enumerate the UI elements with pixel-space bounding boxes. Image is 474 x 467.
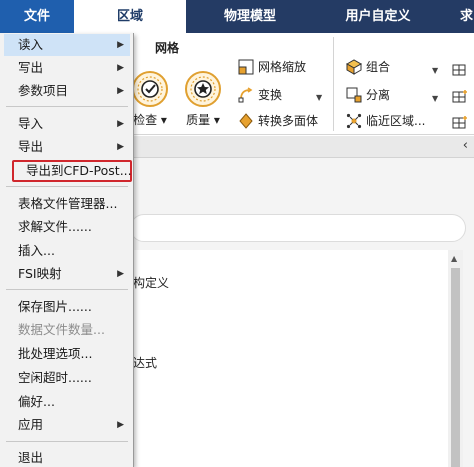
menu-item-fsi-mapping[interactable]: FSI映射 ▶ [4,263,130,285]
menu-separator [6,289,128,290]
menu-item-save-picture[interactable]: 保存图片...... [4,296,130,318]
tab-domain[interactable]: 区域 [74,0,186,33]
submenu-arrow-icon: ▶ [117,420,124,430]
combine-dropdown-arrow[interactable]: ▼ [432,66,438,75]
quality-icon [183,69,223,109]
menu-item-table-file-manager[interactable]: 表格文件管理器... [4,193,130,215]
convert-polyhedra-icon [239,113,253,129]
submenu-arrow-icon: ▶ [117,269,124,279]
scroll-up-arrow-icon[interactable]: ▲ [451,254,457,263]
combine-button[interactable]: 组合 [344,57,390,77]
menu-item-exit[interactable]: 退出 [4,447,130,467]
menu-item-parametric-project[interactable]: 参数项目 ▶ [4,80,130,102]
check-icon [130,69,170,109]
search-input[interactable] [130,214,466,242]
combine-icon [346,59,362,75]
grid-add-icon-2[interactable] [452,89,468,108]
tab-user-defined[interactable]: 用户自定义 [314,0,442,33]
menu-item-export[interactable]: 导出 ▶ [4,136,130,158]
collapse-icon[interactable]: ‹ [463,138,468,153]
tab-physics-models[interactable]: 物理模型 [186,0,314,33]
quality-label: 质量 ▾ [186,113,220,127]
menu-item-batch-options[interactable]: 批处理选项... [4,343,130,365]
mesh-scale-icon [238,59,254,75]
transform-label: 变换 [258,88,283,102]
combine-label: 组合 [366,60,391,74]
submenu-arrow-icon: ▶ [117,142,124,152]
menu-item-read[interactable]: 读入 ▶ [4,34,130,56]
convert-polyhedra-label: 转换多面体 [258,114,319,128]
grid-add-icon-3[interactable] [452,115,468,134]
menu-separator [6,186,128,187]
tree-item[interactable]: 构定义 [133,274,169,291]
convert-polyhedra-button[interactable]: 转换多面体 [236,111,318,131]
submenu-arrow-icon: ▶ [117,119,124,129]
tree-item[interactable]: 达式 [133,354,157,371]
menu-item-data-file-quantities: 数据文件数量... [18,322,105,337]
grid-add-icon[interactable] [452,62,468,81]
separate-icon [346,87,362,103]
mesh-scale-label: 网格缩放 [258,60,307,74]
menu-item-idle-timeout[interactable]: 空闲超时...... [4,367,130,389]
separate-label: 分离 [366,88,391,102]
tab-file[interactable]: 文件 [0,0,74,33]
menu-item-write[interactable]: 写出 ▶ [4,57,130,79]
menu-item-preferences[interactable]: 偏好... [4,391,130,413]
file-menu: 读入 ▶ 写出 ▶ 参数项目 ▶ 导入 ▶ 导出 ▶ 导出到CFD-Post... 表格文… [0,33,134,467]
separate-dropdown-arrow[interactable]: ▼ [432,94,438,103]
transform-button[interactable]: 变换 [236,85,282,105]
nearby-zone-label: 临近区域... [366,114,426,128]
tab-solve[interactable]: 求 [442,0,474,33]
menu-item-applications[interactable]: 应用 ▶ [4,414,130,436]
panel-header: ‹ [130,136,474,158]
menu-item-solution-files[interactable]: 求解文件...... [4,216,130,238]
ribbon-separator [333,37,334,131]
tree-view [130,250,448,467]
transform-icon [238,87,253,103]
menu-item-import[interactable]: 导入 ▶ [4,113,130,135]
menu-separator [6,441,128,442]
mesh-scale-button[interactable]: 网格缩放 [236,57,306,77]
group-title-mesh: 网格 [155,41,180,55]
menu-bar: 文件 区域 物理模型 用户自定义 求 [0,0,474,33]
nearby-zone-button[interactable]: 临近区域... [344,111,425,131]
scrollbar-thumb[interactable] [451,268,460,467]
menu-item-export-to-cfd-post[interactable]: 导出到CFD-Post... [12,160,132,182]
submenu-arrow-icon: ▶ [117,40,124,50]
menu-separator [6,106,128,107]
nearby-zone-icon [346,113,362,129]
transform-dropdown-arrow[interactable]: ▼ [316,93,322,102]
separate-button[interactable]: 分离 [344,85,390,105]
submenu-arrow-icon: ▶ [117,63,124,73]
menu-item-insert[interactable]: 插入... [4,240,130,262]
submenu-arrow-icon: ▶ [117,86,124,96]
quality-button[interactable]: 质量 ▾ [180,69,226,127]
